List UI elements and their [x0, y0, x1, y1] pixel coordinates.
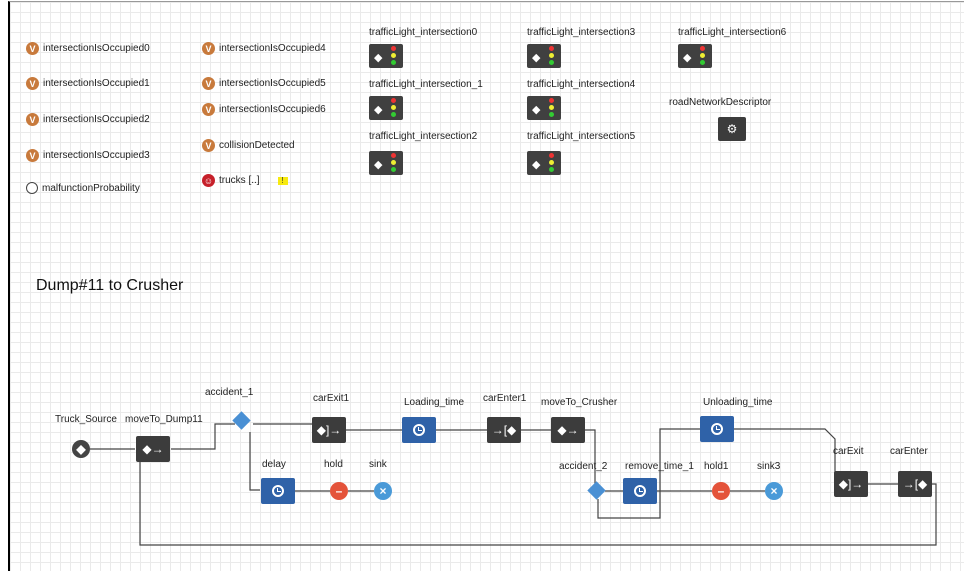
car-exit-label: carExit [833, 446, 864, 457]
remove-time-1-label: remove_time_1 [625, 461, 694, 472]
flowchart-connectors [90, 423, 937, 546]
car-icon: ◆ [76, 442, 86, 456]
car-enter-1-label: carEnter1 [483, 393, 527, 404]
delay-block[interactable] [261, 478, 295, 504]
car-move-icon: ◆→ [142, 442, 164, 456]
sink-label: sink [369, 459, 387, 470]
clock-icon [634, 485, 646, 497]
sink-x-icon: × [770, 484, 778, 498]
stop-icon: – [717, 484, 725, 498]
move-to-crusher-block[interactable]: ◆→ [551, 417, 585, 443]
car-exit-icon: ◆]→ [316, 423, 342, 437]
stop-icon: – [335, 484, 343, 498]
car-exit-1-block[interactable]: ◆]→ [312, 417, 346, 443]
car-enter-icon: →[◆ [902, 477, 928, 491]
hold1-label: hold1 [704, 461, 729, 472]
sink-x-icon: × [379, 484, 387, 498]
unloading-time-label: Unloading_time [703, 397, 773, 408]
car-enter-1-block[interactable]: →[◆ [487, 417, 521, 443]
sink-block[interactable]: × [374, 482, 392, 500]
clock-icon [711, 423, 723, 435]
hold1-block[interactable]: – [712, 482, 730, 500]
car-exit-icon: ◆]→ [838, 477, 864, 491]
truck-source-label: Truck_Source [55, 414, 117, 425]
car-move-icon: ◆→ [557, 423, 579, 437]
car-exit-block[interactable]: ◆]→ [834, 471, 868, 497]
remove-time-1-block[interactable] [623, 478, 657, 504]
model-canvas[interactable]: V intersectionIsOccupied0 V intersection… [8, 1, 964, 571]
accident-2-label: accident_2 [559, 461, 608, 472]
sink3-block[interactable]: × [765, 482, 783, 500]
car-exit-1-label: carExit1 [313, 393, 350, 404]
move-to-dump-label: moveTo_Dump11 [125, 414, 203, 425]
loading-time-delay-block[interactable] [402, 417, 436, 443]
accident-1-label: accident_1 [205, 387, 254, 398]
move-to-crusher-label: moveTo_Crusher [541, 397, 618, 408]
unloading-time-block[interactable] [700, 416, 734, 442]
hold-label: hold [324, 459, 343, 470]
clock-icon [413, 424, 425, 436]
sink3-label: sink3 [757, 461, 781, 472]
car-enter-block[interactable]: →[◆ [898, 471, 932, 497]
move-to-dump-block[interactable]: ◆→ [136, 436, 170, 462]
truck-source-block[interactable]: ◆ [72, 440, 90, 458]
delay-label: delay [262, 459, 286, 470]
loading-time-label: Loading_time [404, 397, 465, 408]
clock-icon [272, 485, 284, 497]
car-enter-icon: →[◆ [491, 423, 517, 437]
hold-block[interactable]: – [330, 482, 348, 500]
car-enter-label: carEnter [890, 446, 928, 457]
